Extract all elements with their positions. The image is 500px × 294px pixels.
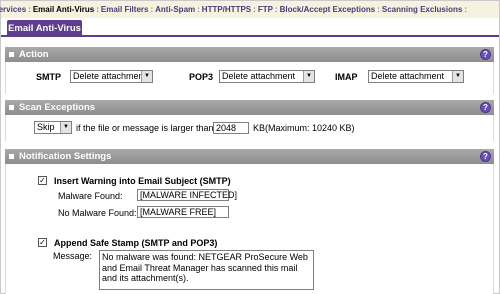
dropdown-arrow-icon: ▼	[60, 122, 71, 133]
nav-email-filters[interactable]: Email Filters	[101, 5, 149, 14]
message-label: Message:	[53, 251, 93, 261]
pop3-action-value: Delete attachment	[222, 71, 296, 81]
nav-block-accept-exceptions[interactable]: Block/Accept Exceptions	[280, 5, 376, 14]
section-title: Notification Settings	[19, 151, 112, 162]
scan-mode-value: Skip	[37, 122, 55, 132]
notification-panel: ✓ Insert Warning into Email Subject (SMT…	[5, 164, 494, 294]
scan-exception-text: if the file or message is larger than	[76, 123, 214, 133]
nav-scanning-exclusions[interactable]: Scanning Exclusions	[382, 5, 462, 14]
imap-label: IMAP	[335, 72, 358, 82]
smtp-action-select[interactable]: Delete attachment ▼	[70, 70, 153, 83]
section-title: Scan Exceptions	[19, 102, 96, 113]
scan-size-input[interactable]: 2048	[213, 122, 249, 134]
dropdown-arrow-icon: ▼	[141, 71, 152, 82]
section-bullet-icon	[9, 52, 14, 57]
no-malware-found-label: No Malware Found:	[58, 208, 137, 218]
nav-separator: :	[96, 5, 99, 14]
nav-separator: :	[253, 5, 256, 14]
nav-separator: :	[197, 5, 200, 14]
insert-warning-checkbox[interactable]: ✓	[38, 176, 47, 185]
safe-stamp-label: Append Safe Stamp (SMTP and POP3)	[54, 238, 218, 248]
dropdown-arrow-icon: ▼	[303, 71, 314, 82]
nav-services[interactable]: Services	[0, 5, 26, 14]
help-icon[interactable]: ?	[480, 102, 491, 113]
nav-separator: :	[274, 5, 278, 14]
section-title: Action	[19, 49, 49, 60]
action-panel: SMTP Delete attachment ▼ POP3 Delete att…	[5, 62, 494, 94]
insert-warning-label: Insert Warning into Email Subject (SMTP)	[54, 176, 231, 186]
imap-action-value: Delete attachment	[371, 71, 445, 81]
safe-stamp-message-textarea[interactable]: No malware was found: NETGEAR ProSecure …	[99, 250, 314, 290]
nav-separator: :	[150, 5, 154, 14]
no-malware-found-input[interactable]: [MALWARE FREE]	[137, 206, 229, 218]
safe-stamp-checkbox[interactable]: ✓	[38, 238, 47, 247]
nav-anti-spam[interactable]: Anti-Spam	[155, 5, 195, 14]
top-nav: : Services : Email Anti-Virus : Email Fi…	[0, 1, 499, 18]
malware-found-input[interactable]: [MALWARE INFECTED]	[137, 189, 237, 201]
nav-http-https[interactable]: HTTP/HTTPS	[202, 5, 251, 14]
scan-size-max-text: KB(Maximum: 10240 KB)	[253, 123, 355, 133]
nav-separator: :	[377, 5, 380, 14]
imap-action-select[interactable]: Delete attachment ▼	[368, 70, 464, 83]
nav-ftp[interactable]: FTP	[258, 5, 273, 14]
scan-exceptions-section-header: Scan Exceptions ?	[5, 100, 494, 115]
smtp-label: SMTP	[36, 72, 62, 82]
section-bullet-icon	[9, 105, 14, 110]
nav-separator: :	[464, 5, 467, 14]
notification-section-header: Notification Settings ?	[5, 149, 494, 164]
nav-email-anti-virus[interactable]: Email Anti-Virus	[33, 5, 94, 14]
scan-exceptions-panel: Skip ▼ if the file or message is larger …	[5, 115, 494, 141]
nav-separator: :	[28, 5, 31, 14]
tab-bar: Email Anti-Virus	[1, 18, 499, 37]
smtp-action-value: Delete attachment	[73, 71, 147, 81]
tab-email-anti-virus[interactable]: Email Anti-Virus	[7, 20, 82, 37]
help-icon[interactable]: ?	[480, 49, 491, 60]
malware-found-label: Malware Found:	[58, 191, 123, 201]
help-icon[interactable]: ?	[480, 151, 491, 162]
dropdown-arrow-icon: ▼	[452, 71, 463, 82]
pop3-action-select[interactable]: Delete attachment ▼	[219, 70, 315, 83]
pop3-label: POP3	[189, 72, 214, 82]
section-bullet-icon	[9, 154, 14, 159]
action-section-header: Action ?	[5, 47, 494, 62]
scan-mode-select[interactable]: Skip ▼	[34, 121, 72, 134]
